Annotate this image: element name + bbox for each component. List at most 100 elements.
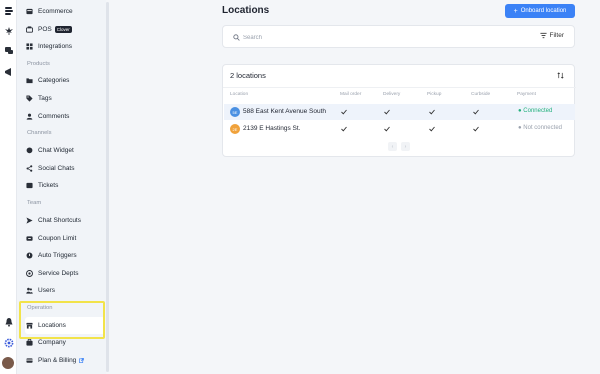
sidebar-item-label: POS (38, 26, 52, 33)
payment-status: ● Not connected (518, 125, 562, 131)
sort-icon[interactable] (557, 72, 564, 79)
coupon-icon (25, 235, 33, 243)
sidebar-item-plan-billing[interactable]: Plan & Billing (25, 352, 105, 369)
sidebar-item-company[interactable]: Company (25, 334, 105, 351)
user-avatar[interactable] (2, 357, 14, 369)
column-header-pickup[interactable]: Pickup (427, 92, 441, 97)
sidebar-item-label: Plan & Billing (38, 357, 77, 364)
locations-count: 2 locations (230, 71, 266, 80)
sidebar-item-label: Ecommerce (38, 8, 73, 15)
search-input[interactable] (243, 32, 523, 43)
ecommerce-icon (25, 8, 33, 16)
curbside-check-icon (473, 109, 479, 115)
chat-icon (25, 147, 33, 155)
megaphone-icon[interactable] (3, 66, 14, 77)
sidebar-item-chat-shortcuts[interactable]: Chat Shortcuts (25, 212, 105, 229)
table-header: Location Mail order Delivery Pickup Curb… (223, 91, 576, 102)
sidebar-item-label: Company (38, 339, 66, 346)
location-name[interactable]: 588 East Kent Avenue South (243, 108, 326, 115)
location-avatar: 5E (230, 107, 240, 117)
onboard-location-label: Onboard location (520, 8, 567, 14)
sidebar-item-label: Service Depts (38, 270, 79, 277)
column-header-location[interactable]: Location (230, 92, 248, 97)
column-header-curbside[interactable]: Curbside (471, 92, 490, 97)
payment-status: ● Connected (518, 108, 553, 114)
plus-icon: + (513, 7, 518, 15)
section-channels: Channels (27, 130, 52, 136)
next-page-button[interactable]: › (401, 142, 410, 151)
sidebar-item-label: Chat Widget (38, 147, 74, 154)
mail-order-check-icon (341, 126, 347, 132)
sidebar-item-tickets[interactable]: Tickets (25, 177, 105, 194)
sidebar-item-coupon-limit[interactable]: Coupon Limit (25, 230, 105, 247)
sidebar-item-label: Chat Shortcuts (38, 217, 81, 224)
integrations-icon (25, 43, 33, 51)
sidebar-item-tags[interactable]: Tags (25, 90, 105, 107)
briefcase-icon (25, 339, 33, 347)
table-divider (223, 87, 576, 88)
comments-icon (25, 113, 33, 121)
cannabis-leaf-icon[interactable] (3, 25, 14, 36)
page-title: Locations (222, 5, 270, 16)
pos-icon (25, 26, 33, 34)
sidebar-item-pos[interactable]: POS Clover (25, 21, 105, 38)
sidebar-item-users[interactable]: Users (25, 282, 105, 299)
column-header-mail-order[interactable]: Mail order (340, 92, 361, 97)
folder-icon (25, 77, 33, 85)
pagination: ‹ › (388, 142, 410, 151)
tag-icon (25, 95, 33, 103)
sidebar-item-integrations[interactable]: Integrations (25, 38, 105, 55)
billing-icon (25, 357, 33, 365)
onboard-location-button[interactable]: + Onboard location (505, 4, 575, 18)
filter-button[interactable]: Filter (539, 32, 564, 39)
locations-table-card: 2 locations Location Mail order Delivery… (222, 64, 576, 157)
table-row[interactable]: 5E 588 East Kent Avenue South ● Connecte… (224, 104, 575, 120)
sidebar-item-service-depts[interactable]: Service Depts (25, 265, 105, 282)
sidebar-item-label: Tickets (38, 182, 59, 189)
sidebar-item-social-chats[interactable]: Social Chats (25, 160, 105, 177)
sidebar-item-auto-triggers[interactable]: Auto Triggers (25, 247, 105, 264)
search-icon (233, 34, 240, 41)
sidebar-item-ecommerce[interactable]: Ecommerce (25, 3, 105, 20)
notification-bell-icon[interactable] (3, 316, 14, 327)
store-icon (25, 322, 33, 330)
pos-provider-badge: Clover (54, 26, 72, 33)
column-header-payment[interactable]: Payment (517, 92, 536, 97)
delivery-check-icon (384, 126, 390, 132)
sidebar-item-categories[interactable]: Categories (25, 72, 105, 89)
external-link-icon (79, 358, 85, 363)
location-name[interactable]: 2139 E Hastings St. (243, 125, 300, 132)
trigger-icon (25, 252, 33, 260)
sidebar-item-label: Auto Triggers (38, 252, 77, 259)
location-avatar: 2E (230, 124, 240, 134)
prev-page-button[interactable]: ‹ (388, 142, 397, 151)
table-row[interactable]: 2E 2139 E Hastings St. ● Not connected (224, 121, 575, 137)
brand-logo-icon[interactable] (3, 5, 14, 16)
settings-gear-icon[interactable] (3, 337, 14, 348)
sidebar-scrollbar-thumb[interactable] (106, 2, 109, 372)
section-team: Team (27, 200, 42, 206)
users-icon (25, 287, 33, 295)
icon-rail (0, 0, 17, 374)
sidebar-item-label: Comments (38, 113, 70, 120)
pickup-check-icon (429, 109, 435, 115)
settings-sidebar: Ecommerce POS Clover Integrations Produc… (17, 0, 106, 374)
sidebar-item-comments[interactable]: Comments (25, 108, 105, 125)
filter-icon (539, 32, 547, 39)
ticket-icon (25, 182, 33, 190)
section-products: Products (27, 61, 50, 67)
curbside-check-icon (473, 126, 479, 132)
sidebar-item-locations[interactable]: Locations (25, 317, 105, 334)
sidebar-item-label: Coupon Limit (38, 235, 77, 242)
sidebar-item-label: Tags (38, 95, 52, 102)
department-icon (25, 270, 33, 278)
sidebar-item-chat-widget[interactable]: Chat Widget (25, 142, 105, 159)
chat-bubbles-icon[interactable] (3, 45, 14, 56)
sidebar-item-label: Social Chats (38, 165, 75, 172)
column-header-delivery[interactable]: Delivery (383, 92, 400, 97)
mail-order-check-icon (341, 109, 347, 115)
section-operation: Operation (27, 305, 53, 311)
sidebar-item-label: Categories (38, 77, 70, 84)
pickup-check-icon (429, 126, 435, 132)
delivery-check-icon (384, 109, 390, 115)
